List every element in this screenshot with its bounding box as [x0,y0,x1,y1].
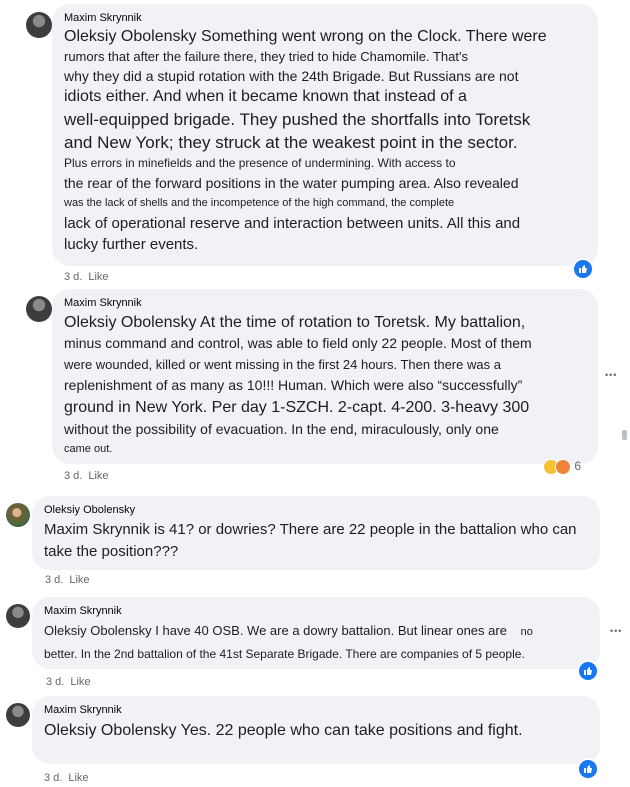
comment-bubble: Maxim Skrynnik Oleksiy Obolensky Somethi… [52,4,598,266]
comment-line: Maxim Skrynnik is 41? or dowries? There … [44,521,577,538]
like-reaction-badge[interactable] [572,258,594,280]
comment-meta: 3 d. Like [64,470,115,482]
thumbs-up-icon [579,265,587,273]
thumbs-up-icon [584,667,592,675]
comment-line: without the possibility of evacuation. I… [64,421,499,437]
thumbs-up-icon [584,765,592,773]
reactions-count: 6 [574,459,582,474]
comment-time[interactable]: 3 d. [64,470,82,482]
comment-time[interactable]: 3 d. [44,772,62,784]
comment-bubble: Maxim Skrynnik Oleksiy Obolensky Yes. 22… [32,696,600,764]
comment-line: minus command and control, was able to f… [64,335,532,351]
reactions-summary[interactable]: 6 [543,459,581,475]
comment-line: was the lack of shells and the incompete… [64,197,455,209]
comment-text: Oleksiy Obolensky I have 40 OSB. We are … [44,623,507,638]
scrollbar[interactable] [622,430,627,440]
comment-line: Oleksiy Obolensky At the time of rotatio… [64,314,526,331]
comment-line: better. In the 2nd battalion of the 41st… [44,647,525,661]
comment-line: idiots either. And when it became known … [64,88,467,105]
more-options-icon[interactable]: ••• [610,626,622,636]
comment-line: and New York; they struck at the weakest… [64,133,518,152]
like-link[interactable]: Like [68,772,88,784]
comment-line: Oleksiy Obolensky Yes. 22 people who can… [44,722,523,739]
comment-author[interactable]: Oleksiy Obolensky [44,504,588,516]
like-link[interactable]: Like [69,574,89,586]
angry-reaction-icon [555,459,571,475]
like-link[interactable]: Like [70,676,90,688]
comment-meta: 3 d. Like [46,676,97,688]
avatar[interactable] [6,604,30,628]
comment-line: replenishment of as many as 10!!! Human.… [64,377,523,393]
avatar[interactable] [6,703,30,727]
comment-line: rumors that after the failure there, the… [64,49,468,64]
comment-line: the rear of the forward positions in the… [64,175,519,191]
comment-meta: 3 d. Like [45,574,96,586]
like-reaction-badge[interactable] [577,660,599,682]
like-link[interactable]: Like [88,271,108,283]
comment-line: well-equipped brigade. They pushed the s… [64,110,531,129]
comment-time[interactable]: 3 d. [64,271,82,283]
comment-line: why they did a stupid rotation with the … [64,68,519,84]
comment-author[interactable]: Maxim Skrynnik [44,605,588,617]
comment-bubble: Maxim Skrynnik Oleksiy Obolensky I have … [32,597,600,669]
comment-line: lucky further events. [64,236,199,253]
like-reaction-badge[interactable] [577,758,599,780]
comment-bubble: Maxim Skrynnik Oleksiy Obolensky At the … [52,289,598,464]
comment-author[interactable]: Maxim Skrynnik [64,12,586,24]
like-link[interactable]: Like [88,470,108,482]
comment-line: Oleksiy Obolensky I have 40 OSB. We are … [44,620,588,643]
comment-line: were wounded, killed or went missing in … [64,357,501,372]
comment-line: Plus errors in minefields and the presen… [64,156,456,170]
comment-meta: 3 d. Like [64,271,115,283]
avatar[interactable] [6,503,30,527]
comment-meta: 3 d. Like [44,772,95,784]
comment-line: ground in New York. Per day 1-SZCH. 2-ca… [64,399,530,416]
more-options-icon[interactable]: ••• [605,370,617,380]
comment-line: take the position??? [44,543,179,560]
comment-line: came out. [64,443,113,455]
avatar[interactable] [26,296,52,322]
comment-text: no [520,626,533,638]
comment-time[interactable]: 3 d. [45,574,63,586]
comment-line: Oleksiy Obolensky Something went wrong o… [64,28,547,45]
comment-author[interactable]: Maxim Skrynnik [64,297,586,309]
avatar[interactable] [26,12,52,38]
comment-time[interactable]: 3 d. [46,676,64,688]
comment-line: lack of operational reserve and interact… [64,215,521,232]
comment-bubble: Oleksiy Obolensky Maxim Skrynnik is 41? … [32,496,600,570]
comment-author[interactable]: Maxim Skrynnik [44,704,588,716]
